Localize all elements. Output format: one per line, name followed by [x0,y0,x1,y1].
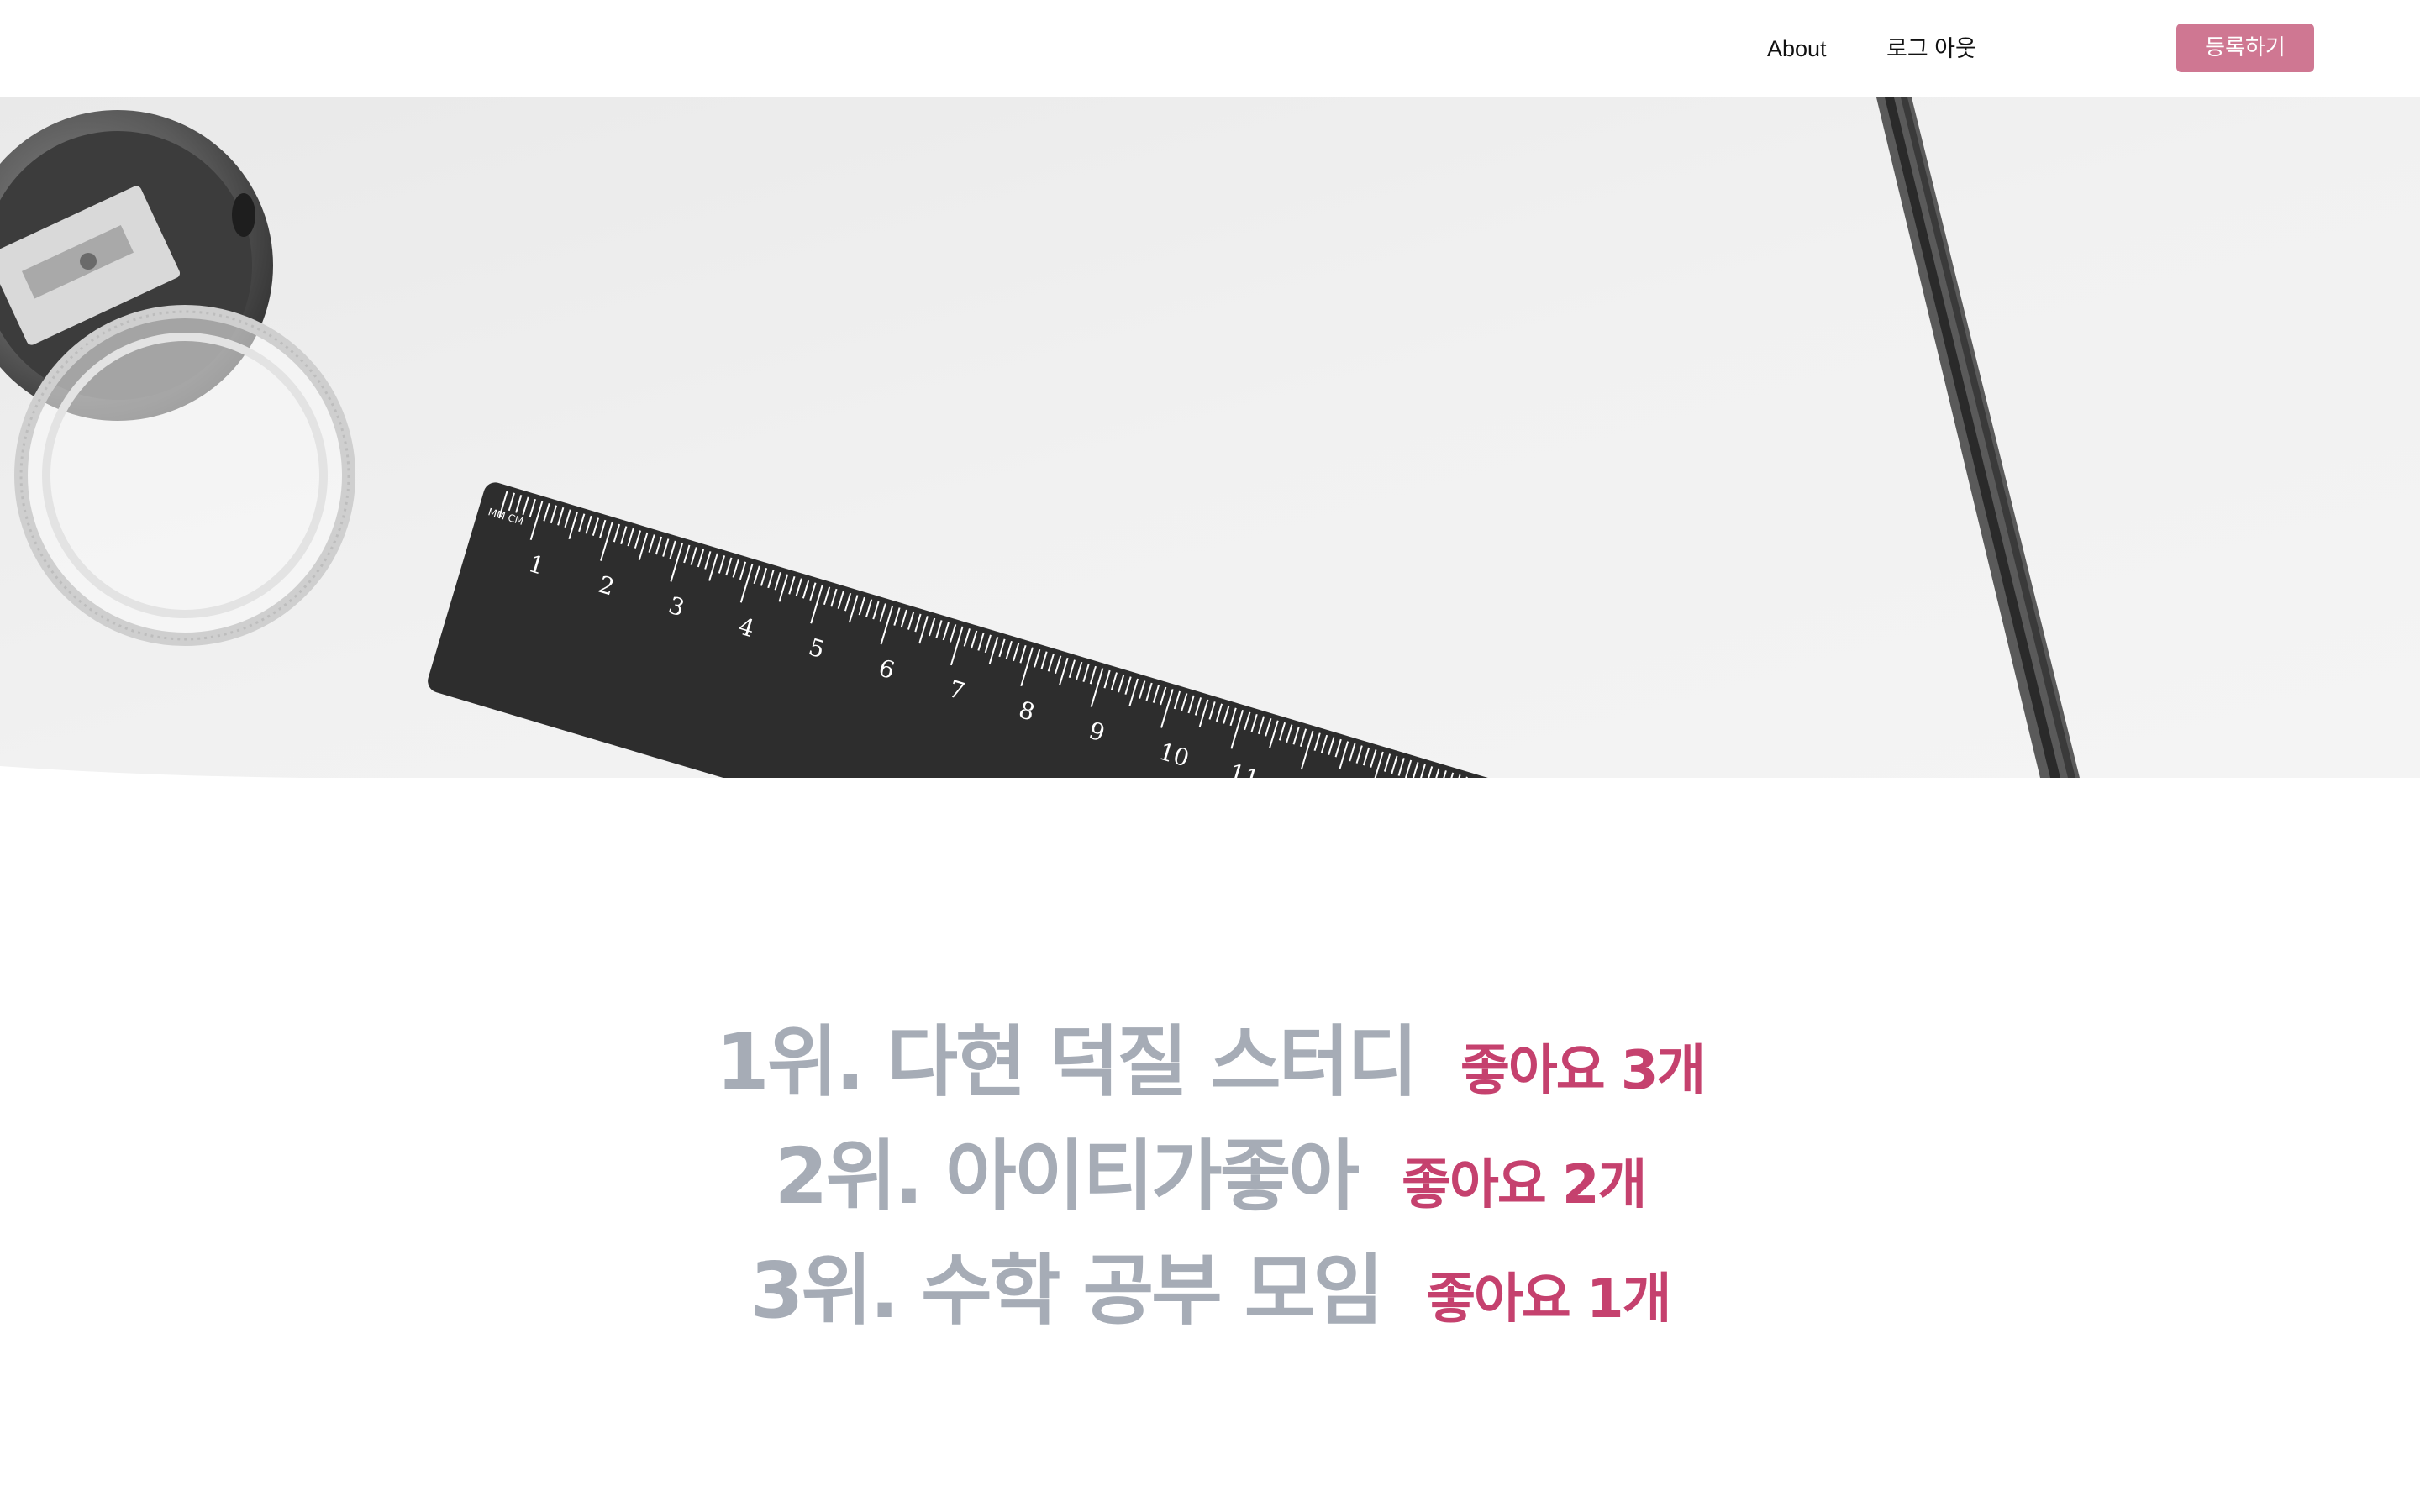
hero-image: 123456789101112131415 MM CM [0,97,2420,778]
ranking-item[interactable]: 3위. 수학 공부 모임 좋아요 1개 [0,1228,2420,1342]
ranking-item-likes: 좋아요 3개 [1460,1040,1706,1102]
nav-link-logout[interactable]: 로그 아웃 [1886,32,1976,66]
ranking-list: 1위. 다현 덕질 스터디 좋아요 3개 2위. 아이티가좋아 좋아요 2개 3… [0,1000,2420,1342]
ranking-item-title[interactable]: 2위. 아이티가좋아 [775,1114,1360,1226]
ranking-item-likes: 좋아요 1개 [1426,1268,1671,1331]
ranking-item-title[interactable]: 1위. 다현 덕질 스터디 [716,1000,1418,1111]
ranking-item[interactable]: 2위. 아이티가좋아 좋아요 2개 [0,1114,2420,1228]
register-button[interactable]: 등록하기 [2176,24,2314,72]
ranking-item-likes: 좋아요 2개 [1402,1154,1647,1216]
ranking-item[interactable]: 1위. 다현 덕질 스터디 좋아요 3개 [0,1000,2420,1114]
ranking-item-title[interactable]: 3위. 수학 공부 모임 [750,1228,1385,1340]
top-navbar: About 로그 아웃 등록하기 [0,0,2420,97]
nav-link-about[interactable]: About [1767,32,1827,66]
hero-photo-illustration: 123456789101112131415 MM CM [0,97,2420,778]
